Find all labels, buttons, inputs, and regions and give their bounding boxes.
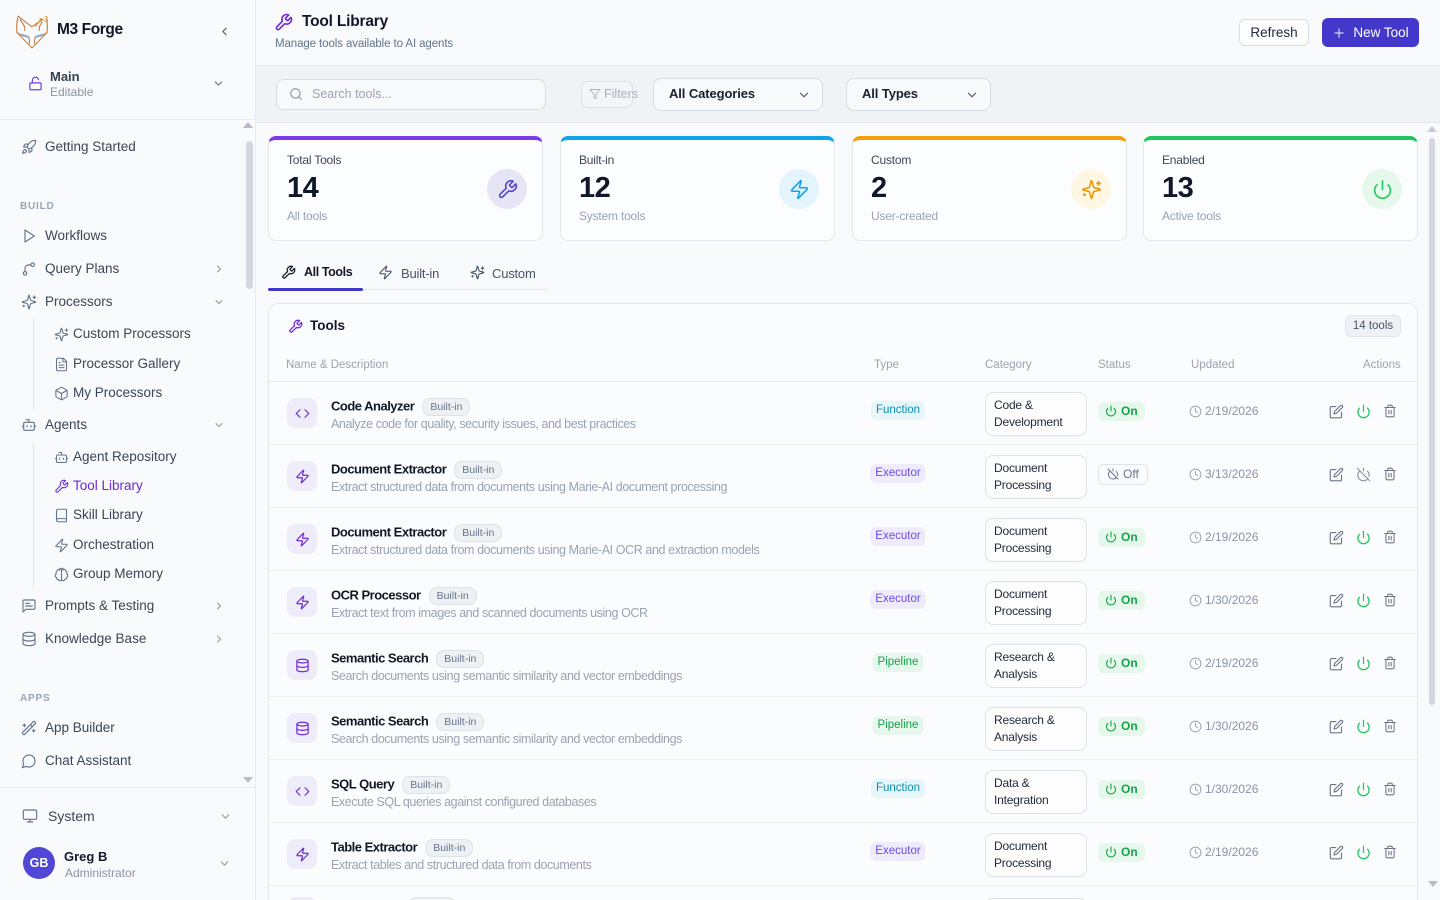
svg-text:3: 3 xyxy=(44,15,49,24)
